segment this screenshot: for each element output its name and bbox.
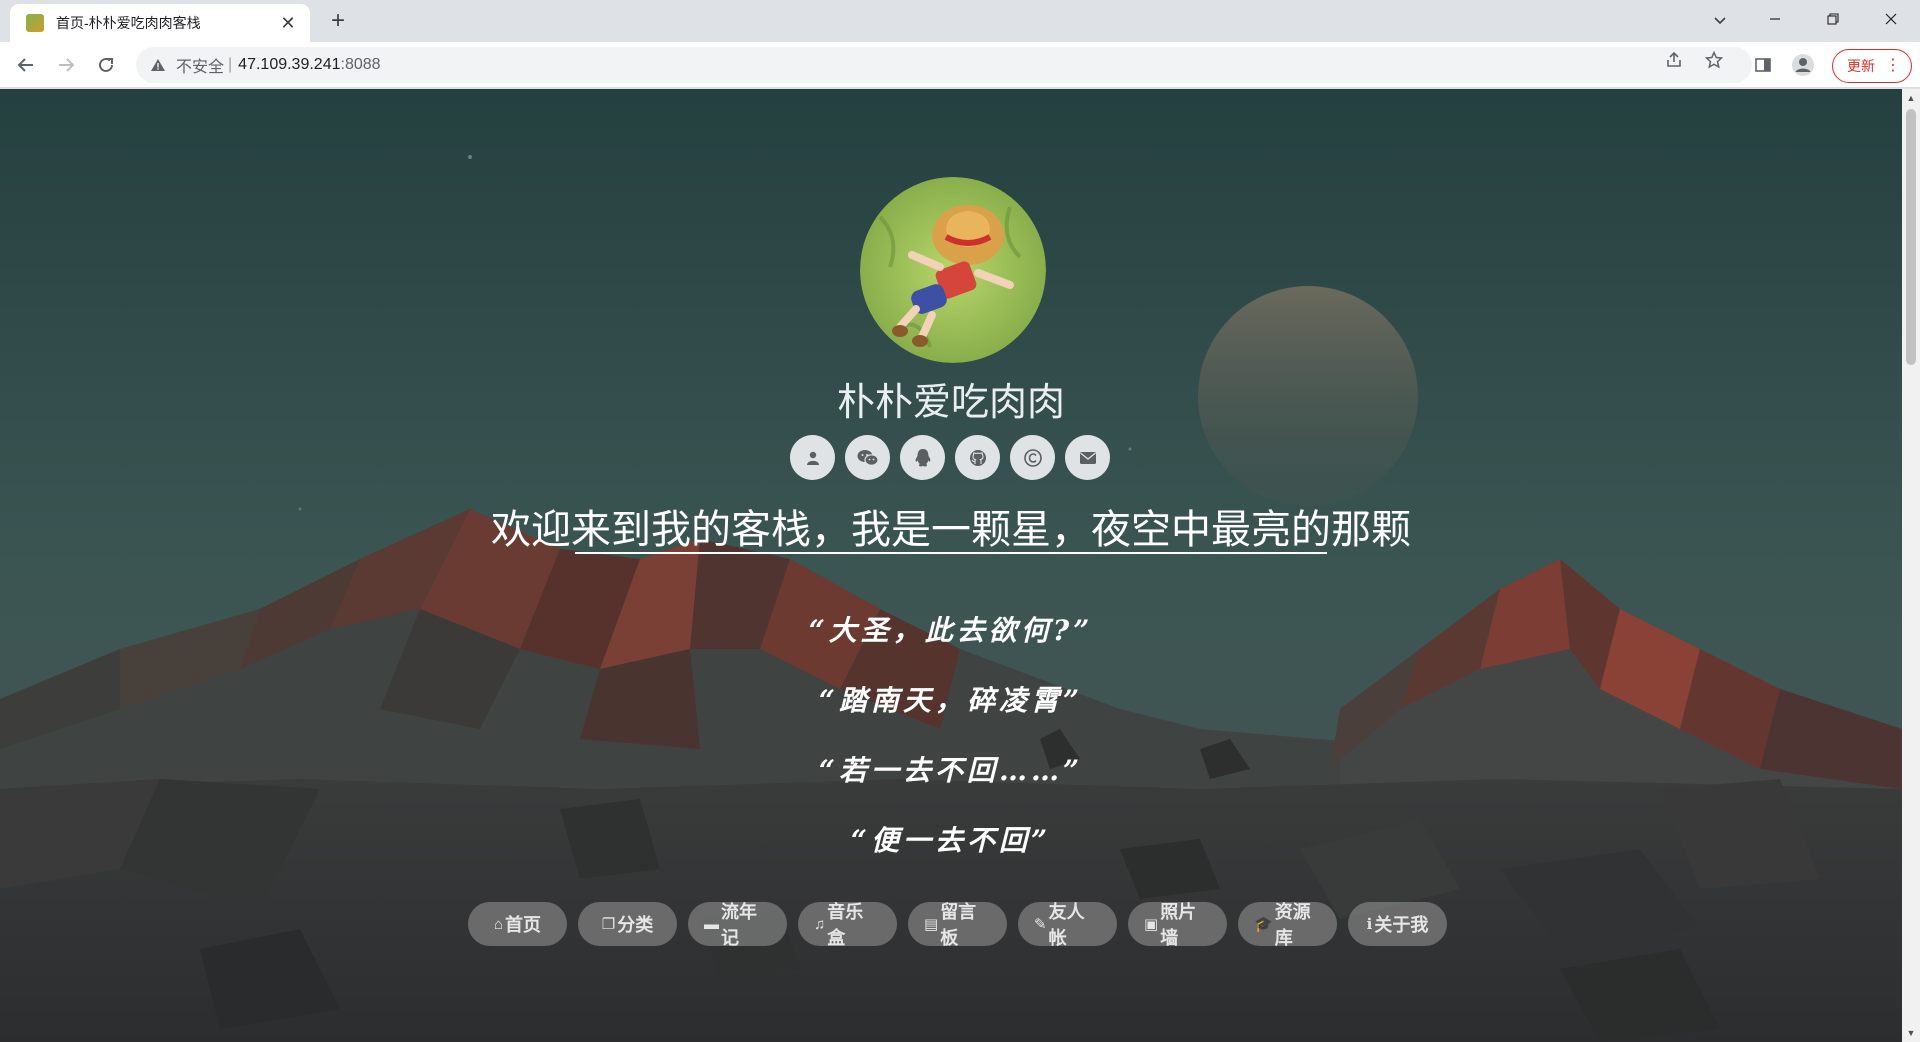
welcome-text: 欢迎来到我的客栈，我是一颗星，夜空中最亮的那颗 <box>491 507 1411 552</box>
nav-about-button[interactable]: ℹ 关于我 <box>1348 902 1447 946</box>
nav-friends-button[interactable]: ✎ 友人帐 <box>1018 902 1117 948</box>
mail-link-button[interactable] <box>1065 435 1110 480</box>
nav-timeline-button[interactable]: ▬ 流年记 <box>688 902 787 948</box>
pencil-icon: ✎ <box>1034 916 1047 933</box>
restore-icon[interactable] <box>1804 0 1862 38</box>
url-port: :8088 <box>340 56 381 73</box>
share-icon[interactable] <box>1664 50 1684 70</box>
nav-home-button[interactable]: ⌂ 首页 <box>468 902 567 946</box>
welcome-underline <box>575 552 1327 554</box>
tab-search-icon[interactable] <box>1700 4 1740 36</box>
new-tab-button[interactable]: + <box>324 8 352 36</box>
image-icon: ▣ <box>1144 916 1159 933</box>
copyright-link-button[interactable] <box>1010 435 1055 480</box>
home-icon: ⌂ <box>493 915 504 933</box>
hero-section: 朴朴爱吃肉肉 欢迎来到我的客栈，我是一颗星，夜空中最亮的那颗 “大圣，此去欲何?… <box>0 89 1902 1042</box>
site-name: 朴朴爱吃肉肉 <box>836 380 1065 424</box>
bookmark-star-icon[interactable] <box>1704 50 1724 70</box>
mail-icon <box>1079 451 1096 464</box>
nav-about-label: 关于我 <box>1374 915 1429 935</box>
note-icon: ▤ <box>924 916 939 933</box>
github-link-button[interactable] <box>955 435 1000 480</box>
tab-close-icon[interactable]: ✕ <box>278 13 298 33</box>
page-scrollbar[interactable]: ▲ ▼ <box>1902 89 1920 1042</box>
url-separator: | <box>228 56 233 73</box>
nav-music-label: 音乐盒 <box>827 902 864 948</box>
update-button[interactable]: 更新 ⋮ <box>1832 49 1912 83</box>
user-link-button[interactable] <box>790 435 835 480</box>
reload-icon[interactable] <box>90 49 122 81</box>
main-nav-menu: ⌂ 首页 ❐ 分类 ▬ 流年记 ♫ 音乐盒 ▤ 留言板 ✎ 友人帐 ▣ 照片墙 … <box>468 902 1447 948</box>
info-icon: ℹ <box>1366 916 1373 933</box>
nav-guestbook-button[interactable]: ▤ 留言板 <box>908 902 1007 948</box>
poem-line-1: “大圣，此去欲何?” <box>808 614 1094 647</box>
url-host: 47.109.39.241 <box>238 56 341 73</box>
scroll-up-icon[interactable]: ▲ <box>1906 93 1916 103</box>
wechat-icon <box>857 449 879 466</box>
graduation-cap-icon: 🎓 <box>1254 916 1273 933</box>
copy-icon: ❐ <box>601 916 616 933</box>
favicon-icon <box>26 14 44 32</box>
browser-toolbar: 不安全 | 47.109.39.241 :8088 更新 ⋮ <box>0 42 1920 88</box>
qq-link-button[interactable] <box>900 435 945 480</box>
side-panel-icon[interactable] <box>1747 49 1779 81</box>
nav-music-button[interactable]: ♫ 音乐盒 <box>798 902 897 948</box>
avatar[interactable] <box>860 177 1046 363</box>
laptop-icon: ▬ <box>704 915 719 933</box>
nav-home-label: 首页 <box>505 915 542 935</box>
nav-category-label: 分类 <box>617 915 654 935</box>
music-icon: ♫ <box>814 915 826 933</box>
minimize-icon[interactable] <box>1746 0 1804 38</box>
nav-resources-label: 资源库 <box>1274 902 1311 948</box>
back-icon[interactable] <box>10 49 42 81</box>
nav-guestbook-label: 留言板 <box>940 902 977 948</box>
poem-line-2: “踏南天，碎凌霄” <box>818 684 1084 717</box>
tab-title: 首页-朴朴爱吃肉肉客栈 <box>56 15 201 31</box>
nav-photos-button[interactable]: ▣ 照片墙 <box>1128 902 1227 948</box>
nav-category-button[interactable]: ❐ 分类 <box>578 902 677 946</box>
qq-icon <box>915 448 930 466</box>
scrollbar-thumb[interactable] <box>1906 109 1916 365</box>
avatar-image <box>860 177 1046 363</box>
tab-strip: 首页-朴朴爱吃肉肉客栈 ✕ + <box>0 0 1920 42</box>
nav-photos-label: 照片墙 <box>1160 902 1197 948</box>
nav-friends-label: 友人帐 <box>1048 902 1085 948</box>
forward-icon[interactable] <box>50 49 82 81</box>
copyright-icon <box>1023 448 1042 467</box>
close-window-icon[interactable] <box>1862 0 1920 38</box>
more-menu-icon[interactable]: ⋮ <box>1885 56 1901 76</box>
scroll-down-icon[interactable]: ▼ <box>1906 1028 1916 1038</box>
address-bar[interactable]: 不安全 | 47.109.39.241 :8088 <box>136 47 1752 83</box>
poem-line-3: “若一去不回……” <box>818 754 1084 787</box>
poem-line-4: “便一去不回” <box>850 824 1052 857</box>
profile-icon[interactable] <box>1787 49 1819 81</box>
social-links <box>790 435 1110 480</box>
browser-tab[interactable]: 首页-朴朴爱吃肉肉客栈 ✕ <box>10 4 310 42</box>
update-label: 更新 <box>1847 58 1875 74</box>
warning-icon[interactable] <box>150 57 166 73</box>
nav-timeline-label: 流年记 <box>721 902 757 948</box>
page-viewport: 朴朴爱吃肉肉 欢迎来到我的客栈，我是一颗星，夜空中最亮的那颗 “大圣，此去欲何?… <box>0 89 1902 1042</box>
user-icon <box>806 451 819 465</box>
security-label: 不安全 <box>176 59 225 76</box>
nav-resources-button[interactable]: 🎓 资源库 <box>1238 902 1337 948</box>
github-icon <box>969 449 986 466</box>
wechat-link-button[interactable] <box>845 435 890 480</box>
